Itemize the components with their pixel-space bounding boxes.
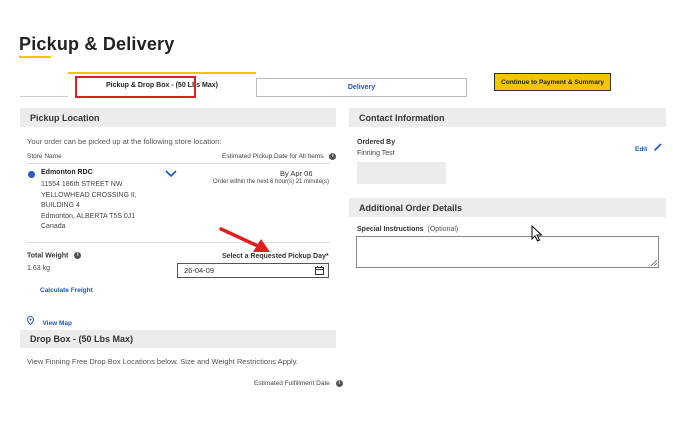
view-map-row[interactable]: View Map: [26, 312, 72, 330]
store-address: 11554 186th STREET NW YELLOWHEAD CROSSIN…: [41, 180, 137, 233]
requested-pickup-date-input[interactable]: 26-04-09: [177, 263, 329, 278]
contact-information-heading: Contact Information: [359, 112, 445, 123]
edit-link: Edit: [635, 146, 648, 153]
ordered-by-name: Finning Test: [357, 150, 395, 157]
store-name: Edmonton RDC: [41, 169, 93, 176]
tab-delivery[interactable]: Delivery: [256, 78, 467, 97]
estimated-pickup-label: Estimated Pickup Date for All Items: [222, 153, 324, 161]
pickup-intro: Your order can be picked up at the follo…: [27, 137, 222, 146]
store-address-line1: 11554 186th STREET NW: [41, 181, 123, 188]
store-city: Edmonton, ALBERTA T5S 0J1: [41, 212, 136, 220]
resize-handle-icon[interactable]: [651, 260, 657, 266]
page-title: Pickup & Delivery: [19, 34, 175, 54]
edit-contact-button[interactable]: Edit: [635, 138, 662, 156]
red-arrow-icon: [219, 227, 270, 252]
total-weight-row: Total Weight i: [27, 252, 82, 260]
mouse-cursor-icon: [531, 225, 543, 242]
store-address-line2: YELLOWHEAD CROSSING II,: [41, 191, 137, 199]
order-within: Order within the next 6 hour(s) 21 minut…: [213, 179, 330, 185]
pickup-location-heading: Pickup Location: [30, 112, 100, 123]
divider: [27, 163, 330, 164]
divider: [27, 242, 330, 243]
special-instructions-textarea[interactable]: [356, 236, 659, 268]
store-country: Canada: [41, 223, 66, 230]
special-instructions-label: Special Instructions: [357, 226, 424, 233]
info-icon[interactable]: i: [329, 153, 337, 160]
dropbox-heading: Drop Box - (50 Lbs Max): [30, 334, 134, 344]
radio-dot-icon: [30, 173, 33, 176]
pencil-icon: [653, 143, 662, 151]
pickup-by-date: By Apr 06: [280, 169, 313, 178]
title-underline: [19, 56, 51, 58]
tab-baseline: [20, 96, 68, 97]
view-map-link[interactable]: View Map: [42, 320, 72, 327]
dropbox-intro: View Finning Free Drop Box Locations bel…: [27, 357, 298, 366]
store-name-column: Store Name: [27, 153, 62, 160]
pickup-location-header: Pickup Location: [20, 108, 336, 127]
info-icon[interactable]: i: [74, 252, 82, 259]
calculate-freight-link[interactable]: Calculate Freight: [40, 287, 93, 294]
chevron-down-icon[interactable]: [165, 170, 177, 178]
map-pin-icon: [26, 316, 35, 326]
additional-order-details-header: Additional Order Details: [349, 198, 666, 217]
dropbox-header: Drop Box - (50 Lbs Max): [20, 330, 336, 348]
calendar-icon[interactable]: [315, 266, 324, 275]
special-instructions-row: Special Instructions (Optional): [357, 226, 458, 233]
tab-delivery-label: Delivery: [347, 84, 376, 91]
estimated-pickup-column: Estimated Pickup Date for All Items i: [222, 153, 337, 161]
store-address-line3: BUILDING 4: [41, 202, 80, 209]
requested-pickup-value: 26-04-09: [184, 266, 215, 275]
contact-information-header: Contact Information: [349, 108, 666, 127]
redacted-block: [357, 162, 446, 184]
estimated-fulfillment-row: Estimated Fulfillment Date i: [254, 380, 343, 387]
info-icon[interactable]: i: [335, 380, 343, 387]
continue-to-payment-button[interactable]: Continue to Payment & Summary: [494, 73, 611, 91]
total-weight-value: 1.63 kg: [27, 265, 50, 272]
additional-order-details-heading: Additional Order Details: [359, 202, 463, 213]
total-weight-label: Total Weight: [27, 252, 69, 260]
estimated-fulfillment-label: Estimated Fulfillment Date: [254, 380, 330, 388]
optional-label: (Optional): [427, 226, 459, 233]
highlight-box: [75, 76, 196, 98]
ordered-by-label: Ordered By: [357, 139, 396, 146]
